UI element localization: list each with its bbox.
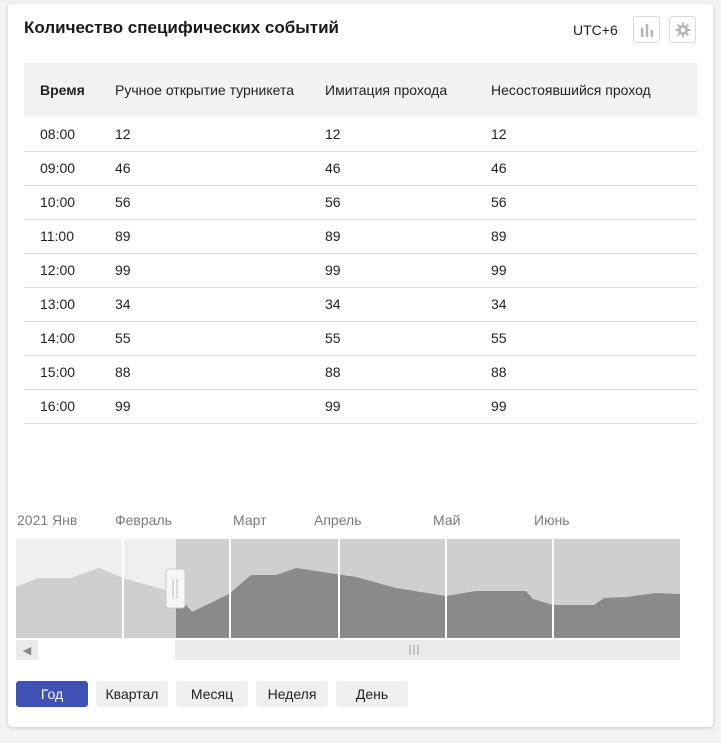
cell-pass-imitation: 99 (325, 253, 491, 288)
cell-pass-imitation: 56 (325, 185, 491, 220)
cell-pass-imitation: 12 (325, 117, 491, 152)
settings-button[interactable] (669, 16, 696, 43)
cell-pass-imitation: 89 (325, 219, 491, 254)
period-button-day[interactable]: День (336, 681, 408, 707)
table-row: 15:00 88 88 88 (24, 355, 697, 390)
table-row: 11:00 89 89 89 (24, 219, 697, 254)
month-label: Март (233, 512, 267, 528)
cell-failed-pass: 34 (491, 287, 697, 322)
month-label: Май (433, 512, 461, 528)
scrollbar-thumb[interactable] (38, 640, 175, 660)
cell-failed-pass: 89 (491, 219, 697, 254)
cell-failed-pass: 12 (491, 117, 697, 152)
cell-time: 12:00 (24, 253, 115, 288)
cell-time: 08:00 (24, 117, 115, 152)
table-header-row: Время Ручное открытие турникета Имитация… (24, 63, 697, 117)
bar-chart-icon (640, 23, 653, 37)
cell-time: 09:00 (24, 151, 115, 186)
cell-manual-open: 99 (115, 389, 325, 424)
cell-pass-imitation: 55 (325, 321, 491, 356)
column-header-manual-open: Ручное открытие турникета (115, 82, 294, 98)
cell-time: 15:00 (24, 355, 115, 390)
column-header-failed-pass: Несостоявшийся проход (491, 82, 651, 98)
chart-view-button[interactable] (633, 16, 660, 43)
month-label: Февраль (115, 512, 172, 528)
cell-time: 13:00 (24, 287, 115, 322)
table-row: 14:00 55 55 55 (24, 321, 697, 356)
scrollbar-grip-icon[interactable] (408, 644, 420, 656)
table-row: 13:00 34 34 34 (24, 287, 697, 322)
timezone-label: UTC+6 (573, 22, 618, 38)
cell-pass-imitation: 34 (325, 287, 491, 322)
navigator-scrollbar[interactable]: ◀ (16, 640, 680, 660)
period-button-month[interactable]: Месяц (176, 681, 248, 707)
gear-icon (675, 22, 690, 37)
period-selector: Год Квартал Месяц Неделя День (16, 681, 408, 707)
cell-failed-pass: 99 (491, 389, 697, 424)
cell-failed-pass: 55 (491, 321, 697, 356)
cell-time: 11:00 (24, 219, 115, 254)
range-handle[interactable] (165, 568, 186, 609)
cell-pass-imitation: 46 (325, 151, 491, 186)
navigator-month-labels: 2021 Янв Февраль Март Апрель Май Июнь (16, 512, 680, 528)
cell-failed-pass: 56 (491, 185, 697, 220)
cell-manual-open: 34 (115, 287, 325, 322)
cell-pass-imitation: 88 (325, 355, 491, 390)
cell-time: 10:00 (24, 185, 115, 220)
card-title: Количество специфических событий (24, 18, 339, 37)
period-button-quarter[interactable]: Квартал (96, 681, 168, 707)
table-row: 09:00 46 46 46 (24, 151, 697, 186)
cell-manual-open: 89 (115, 219, 325, 254)
month-label: Апрель (314, 512, 362, 528)
table-row: 16:00 99 99 99 (24, 389, 697, 424)
cell-manual-open: 55 (115, 321, 325, 356)
cell-manual-open: 99 (115, 253, 325, 288)
cell-failed-pass: 99 (491, 253, 697, 288)
month-label: 2021 Янв (17, 512, 78, 528)
cell-time: 16:00 (24, 389, 115, 424)
cell-manual-open: 46 (115, 151, 325, 186)
cell-pass-imitation: 99 (325, 389, 491, 424)
events-table: Время Ручное открытие турникета Имитация… (24, 63, 697, 424)
table-row: 12:00 99 99 99 (24, 253, 697, 288)
range-navigator[interactable] (16, 539, 680, 638)
cell-failed-pass: 46 (491, 151, 697, 186)
column-header-pass-imitation: Имитация прохода (325, 82, 448, 98)
cell-manual-open: 56 (115, 185, 325, 220)
column-header-time: Время (40, 82, 85, 98)
cell-manual-open: 12 (115, 117, 325, 152)
table-row: 08:00 12 12 12 (24, 117, 697, 152)
period-button-week[interactable]: Неделя (256, 681, 328, 707)
cell-time: 14:00 (24, 321, 115, 356)
period-button-year[interactable]: Год (16, 681, 88, 707)
month-label: Июнь (534, 512, 570, 528)
cell-failed-pass: 88 (491, 355, 697, 390)
table-row: 10:00 56 56 56 (24, 185, 697, 220)
scroll-left-arrow-icon[interactable]: ◀ (16, 640, 38, 660)
cell-manual-open: 88 (115, 355, 325, 390)
